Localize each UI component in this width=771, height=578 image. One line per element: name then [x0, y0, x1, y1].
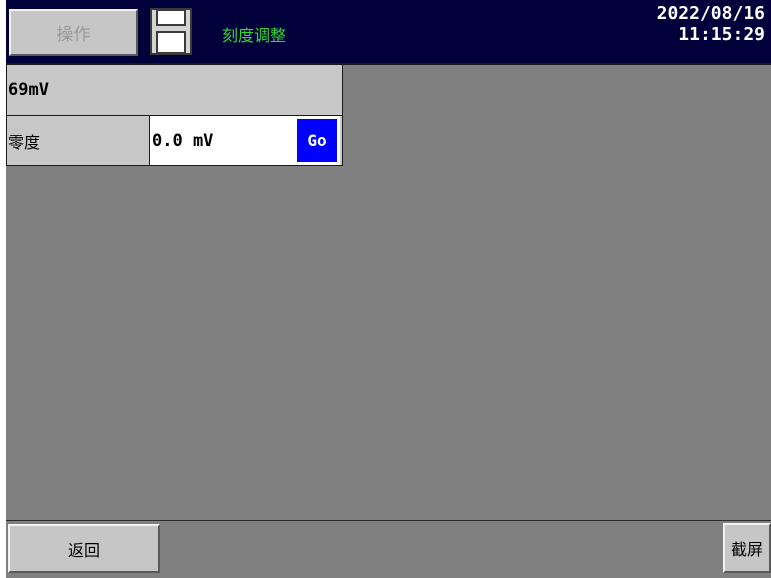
header-bar: 操作 刻度调整 2022/08/16 11:15:29 [6, 0, 771, 65]
go-button-cell: Go [294, 116, 340, 165]
screenshot-button[interactable]: 截屏 [723, 523, 771, 573]
calibration-panel: 69mV 零度 0.0 mV Go [6, 65, 343, 166]
zero-value-field[interactable]: 0.0 mV [150, 116, 294, 165]
datetime-display: 2022/08/16 11:15:29 [657, 3, 765, 45]
time-text: 11:15:29 [678, 24, 765, 45]
current-reading: 69mV [7, 65, 342, 116]
zero-label: 零度 [7, 116, 150, 165]
go-button[interactable]: Go [295, 117, 339, 164]
footer-divider [6, 520, 771, 521]
date-text: 2022/08/16 [656, 3, 765, 24]
back-button[interactable]: 返回 [8, 524, 160, 573]
zero-row: 零度 0.0 mV Go [7, 116, 342, 165]
floppy-disk-icon[interactable] [150, 8, 192, 55]
hmi-screen: 操作 刻度调整 2022/08/16 11:15:29 69mV 零度 0.0 … [6, 0, 771, 578]
screen-title: 刻度调整 [222, 26, 287, 45]
operation-button[interactable]: 操作 [9, 9, 138, 56]
